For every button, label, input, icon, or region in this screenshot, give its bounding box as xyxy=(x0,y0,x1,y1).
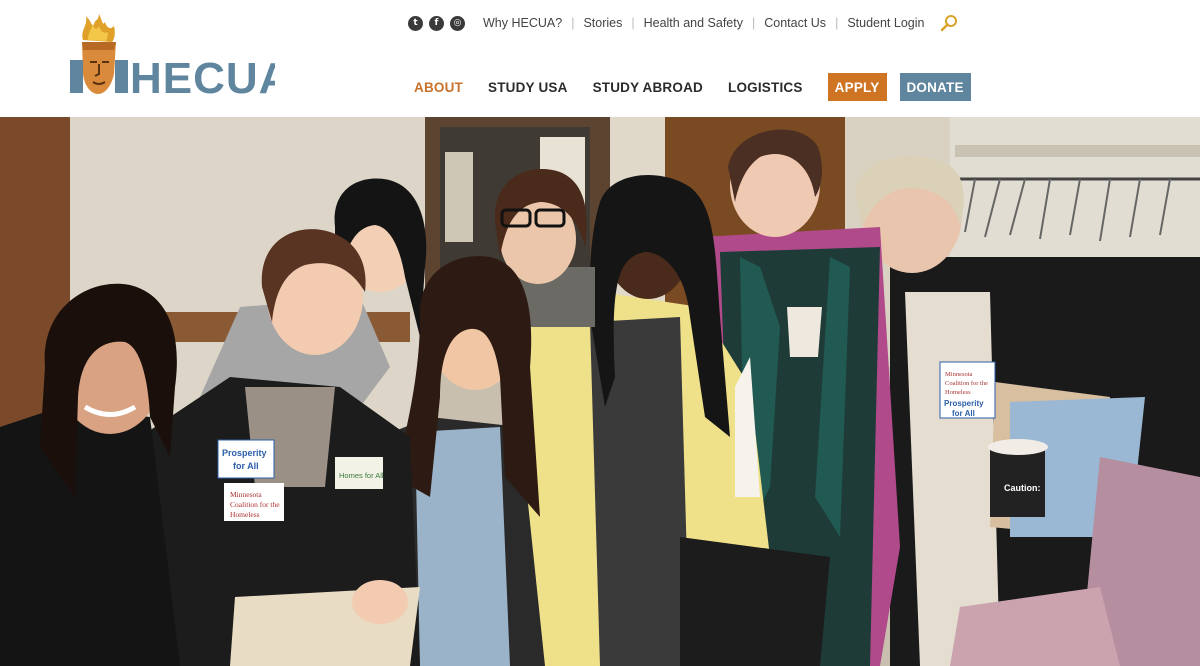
svg-text:Prosperity: Prosperity xyxy=(222,448,267,458)
svg-text:Minnesota: Minnesota xyxy=(945,371,973,378)
utility-bar: t f ◎ Why HECUA? | Stories | Health and … xyxy=(408,14,958,32)
site-header: HECUA t f ◎ Why HECUA? | Stories | Healt… xyxy=(0,0,1200,117)
twitter-icon[interactable]: t xyxy=(408,15,423,31)
divider: | xyxy=(571,16,575,30)
svg-text:Homeless: Homeless xyxy=(945,389,971,396)
svg-text:Coalition for the: Coalition for the xyxy=(945,380,988,387)
svg-text:Caution:: Caution: xyxy=(1004,483,1041,493)
svg-text:Homes for All: Homes for All xyxy=(339,471,384,480)
student-login-link[interactable]: Student Login xyxy=(847,16,924,30)
divider: | xyxy=(835,16,839,30)
stories-link[interactable]: Stories xyxy=(583,16,622,30)
social-links: t f ◎ xyxy=(408,15,465,31)
utility-links: Why HECUA? | Stories | Health and Safety… xyxy=(483,16,924,30)
svg-text:for All: for All xyxy=(952,409,975,418)
svg-text:for All: for All xyxy=(233,461,259,471)
svg-text:Minnesota: Minnesota xyxy=(230,490,262,499)
nav-logistics[interactable]: LOGISTICS xyxy=(728,80,803,95)
donate-button[interactable]: DONATE xyxy=(899,73,971,101)
svg-text:Coalition for the: Coalition for the xyxy=(230,500,280,509)
svg-text:Prosperity: Prosperity xyxy=(944,399,984,408)
nav-study-abroad[interactable]: STUDY ABROAD xyxy=(593,80,703,95)
nav-about[interactable]: ABOUT xyxy=(414,80,463,95)
hecua-logo[interactable]: HECUA xyxy=(70,12,275,100)
apply-button[interactable]: APPLY xyxy=(827,73,887,101)
main-nav: ABOUT STUDY USA STUDY ABROAD LOGISTICS A… xyxy=(414,73,971,101)
hero-photo: Prosperity for All Minnesota Coalition f… xyxy=(0,117,1200,666)
svg-text:HECUA: HECUA xyxy=(130,54,275,100)
svg-text:Homeless: Homeless xyxy=(230,510,260,519)
search-icon[interactable] xyxy=(940,14,958,32)
contact-us-link[interactable]: Contact Us xyxy=(764,16,826,30)
divider: | xyxy=(751,16,756,30)
nav-study-usa[interactable]: STUDY USA xyxy=(488,80,568,95)
divider: | xyxy=(631,16,635,30)
instagram-icon[interactable]: ◎ xyxy=(450,15,465,31)
why-hecua-link[interactable]: Why HECUA? xyxy=(483,16,562,30)
health-and-safety-link[interactable]: Health and Safety xyxy=(644,16,743,30)
facebook-icon[interactable]: f xyxy=(429,15,444,31)
